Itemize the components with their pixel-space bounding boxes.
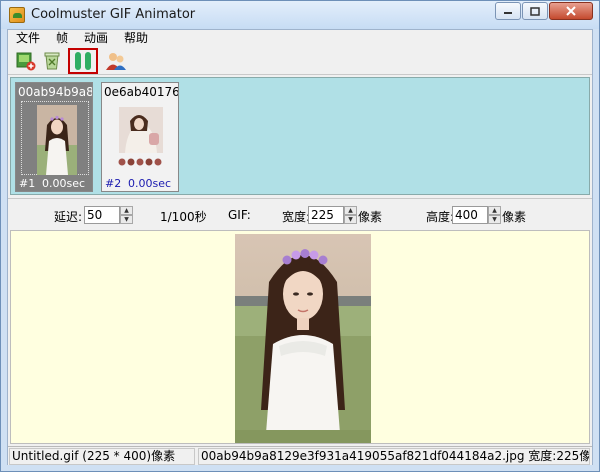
menu-bar: 文件 帧 动画 帮助 [8,30,592,46]
frame-name: 00ab94b9a81 [18,85,92,99]
frame-thumbnail [37,105,77,175]
gif-label: GIF: [228,208,251,222]
frame-thumbnail-strip [118,156,164,166]
status-image-info: 00ab94b9a8129e3f931a419055af821df044184a… [198,448,590,465]
frame-settings-row: 延迟: 50 ▲ ▼ 1/100秒 GIF: 宽度: 225 ▲ ▼ 像素 高度… [8,198,592,228]
pause-button[interactable] [68,48,98,74]
close-button[interactable] [549,2,593,20]
height-unit-label: 像素 [502,210,527,224]
width-label: 宽度: [282,210,311,224]
menu-help[interactable]: 帮助 [116,30,156,46]
spin-down-icon[interactable]: ▼ [488,215,501,224]
add-frame-button[interactable] [14,49,38,73]
height-spinner-arrows[interactable]: ▲ ▼ [488,206,501,224]
height-input[interactable]: 400 [452,206,488,224]
preview-image [235,234,371,443]
minimize-icon [504,12,512,14]
width-input[interactable]: 225 [308,206,344,224]
delay-unit-label: 1/100秒 [160,210,207,224]
frame-item-2[interactable]: 0e6ab401768 [101,82,179,192]
delay-label: 延迟: [54,210,83,224]
frame-thumbnail [119,107,163,153]
width-unit-label: 像素 [358,210,383,224]
client-area: 文件 帧 动画 帮助 00ab94b9a8 #1 0.00sec 0e6ab40… [7,29,593,465]
recycle-bin-icon [44,52,60,70]
spin-down-icon[interactable]: ▼ [120,215,133,224]
frame-duration: 0.00sec [128,177,172,190]
delete-frame-button[interactable] [40,49,64,73]
users-icon [106,53,126,70]
menu-frame[interactable]: 帧 [48,30,76,46]
preview-area [10,230,590,444]
spin-down-icon[interactable]: ▼ [344,215,357,224]
frame-number: #1 [19,177,36,190]
width-spinner-arrows[interactable]: ▲ ▼ [344,206,357,224]
height-label: 高度: [426,210,455,224]
minimize-button[interactable] [495,2,521,20]
width-spinner[interactable]: 225 ▲ ▼ [308,206,357,224]
maximize-icon [530,6,540,16]
status-file-info: Untitled.gif (225 * 400)像素 [9,448,195,465]
add-image-icon [16,52,36,71]
maximize-button[interactable] [522,2,548,20]
users-button[interactable] [104,49,128,73]
title-bar[interactable]: Coolmuster GIF Animator [1,1,599,29]
window-controls [495,2,593,20]
delay-spinner[interactable]: 50 ▲ ▼ [84,206,133,224]
frame-number: #2 [105,177,122,190]
app-window: Coolmuster GIF Animator 文件 帧 动画 帮助 00ab9… [0,0,600,472]
spin-up-icon[interactable]: ▲ [488,206,501,215]
spin-up-icon[interactable]: ▲ [120,206,133,215]
menu-file[interactable]: 文件 [8,30,48,46]
frame-name: 0e6ab401768 [104,85,178,99]
window-title: Coolmuster GIF Animator [31,7,196,22]
frames-strip: 00ab94b9a81 #1 0.00sec 0e6ab401768 [10,77,590,195]
app-logo-icon [9,7,25,23]
toolbar [8,47,592,75]
delay-input[interactable]: 50 [84,206,120,224]
spin-up-icon[interactable]: ▲ [344,206,357,215]
frame-item-1[interactable]: 00ab94b9a81 #1 0.00sec [15,82,93,192]
height-spinner[interactable]: 400 ▲ ▼ [452,206,501,224]
delay-spinner-arrows[interactable]: ▲ ▼ [120,206,133,224]
pause-icon [75,52,91,70]
close-icon [566,6,576,16]
frame-duration: 0.00sec [42,177,86,190]
status-bar: Untitled.gif (225 * 400)像素 00ab94b9a8129… [8,446,592,465]
menu-animation[interactable]: 动画 [76,30,116,46]
